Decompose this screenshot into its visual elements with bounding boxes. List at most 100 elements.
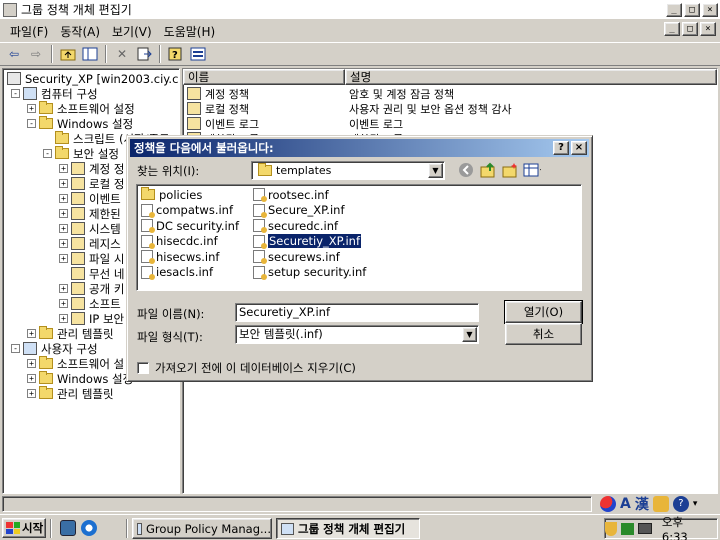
tree-node[interactable]: + 공개 키 (59, 281, 124, 296)
cancel-button[interactable]: 취소 (505, 323, 582, 345)
tree-node[interactable]: + 관리 템플릿 (27, 386, 114, 401)
collapse-icon[interactable]: - (11, 89, 20, 98)
back-icon[interactable] (457, 161, 475, 179)
file-item[interactable]: compatws.inf (141, 203, 233, 218)
monitor-icon[interactable] (638, 523, 652, 534)
expand-icon[interactable]: + (59, 164, 68, 173)
file-list[interactable]: policies compatws.inf DC security.inf hisec… (136, 184, 582, 291)
start-button[interactable]: 시작 (2, 518, 46, 538)
expand-icon[interactable]: + (27, 389, 36, 398)
expand-icon[interactable]: + (27, 329, 36, 338)
chevron-down-icon[interactable]: ▼ (462, 327, 477, 342)
file-item[interactable]: DC security.inf (141, 218, 239, 233)
expand-icon[interactable]: + (59, 224, 68, 233)
file-item[interactable]: securedc.inf (253, 218, 338, 233)
tree-node[interactable]: + Windows 설정 (27, 371, 133, 386)
file-item[interactable]: setup security.inf (253, 265, 366, 280)
menu-view[interactable]: 보기(V) (106, 23, 158, 40)
show-tree-icon[interactable] (80, 45, 100, 63)
task-group-policy-management[interactable]: Group Policy Manag... (132, 518, 272, 539)
properties-icon[interactable] (188, 45, 208, 63)
chevron-down-icon[interactable]: ▼ (428, 163, 443, 178)
ime-help-icon[interactable]: ? (672, 496, 689, 512)
tree-node[interactable]: - 보안 설정 (43, 146, 119, 161)
tree-node[interactable]: + 제한된 (59, 206, 121, 221)
filetype-select[interactable]: 보안 템플릿(.inf) ▼ (235, 325, 479, 344)
help-icon[interactable]: ? (166, 45, 186, 63)
maximize-button[interactable]: □ (684, 2, 700, 17)
clear-database-checkbox[interactable] (137, 362, 149, 374)
ime-alpha-mode[interactable]: A (620, 496, 631, 512)
tree-node[interactable]: + 관리 템플릿 (27, 326, 114, 341)
tree-root[interactable]: Security_XP [win2003.ciy.cor (7, 71, 179, 86)
file-item[interactable]: securews.inf (253, 249, 340, 264)
open-button[interactable]: 열기(O) (504, 300, 583, 324)
tree-node[interactable]: + 시스템 (59, 221, 121, 236)
internet-explorer-icon[interactable] (81, 520, 97, 536)
expand-icon[interactable]: + (27, 374, 36, 383)
mdi-restore-button[interactable]: □ (682, 22, 698, 36)
ime-options-icon[interactable]: ▾ (693, 499, 698, 509)
network-icon[interactable] (620, 522, 635, 535)
up-folder-icon[interactable] (58, 45, 78, 63)
tree-node[interactable]: + 파일 시 (59, 251, 124, 266)
forward-icon[interactable]: ⇨ (26, 45, 46, 63)
file-item[interactable]: Securetiy_XP.inf (253, 233, 363, 249)
task-group-policy-editor[interactable]: 그룹 정책 개체 편집기 (276, 518, 420, 539)
file-item[interactable]: hisecdc.inf (141, 234, 218, 249)
column-header-description[interactable]: 설명 (345, 69, 717, 85)
lookin-dropdown[interactable]: templates ▼ (251, 161, 445, 180)
mdi-minimize-button[interactable]: _ (664, 22, 680, 36)
file-item[interactable]: policies (141, 187, 202, 202)
expand-icon[interactable]: + (59, 314, 68, 323)
menu-action[interactable]: 동작(A) (54, 23, 106, 40)
back-icon[interactable]: ⇦ (4, 45, 24, 63)
export-list-icon[interactable] (134, 45, 154, 63)
menu-file[interactable]: 파일(F) (4, 23, 54, 40)
show-desktop-icon[interactable] (60, 520, 76, 536)
file-item[interactable]: hisecws.inf (141, 249, 219, 264)
expand-icon[interactable]: + (59, 194, 68, 203)
tree-node[interactable]: - Windows 설정 (27, 116, 133, 131)
view-menu-icon[interactable] (523, 161, 541, 179)
expand-icon[interactable]: + (59, 239, 68, 248)
new-folder-icon[interactable] (501, 161, 519, 179)
collapse-icon[interactable]: - (11, 344, 20, 353)
tree-node[interactable]: + 이벤트 (59, 191, 121, 206)
column-header-name[interactable]: 이름 (183, 69, 345, 85)
ime-hanja-mode[interactable]: 漢 (635, 494, 649, 514)
clear-database-option[interactable]: 가져오기 전에 이 데이터베이스 지우기(C) (137, 360, 356, 376)
expand-icon[interactable]: + (59, 179, 68, 188)
tree-node[interactable]: + IP 보안 (59, 311, 124, 326)
expand-icon[interactable]: + (27, 104, 36, 113)
tree-node[interactable]: + 로컬 정 (59, 176, 124, 191)
menu-help[interactable]: 도움말(H) (158, 23, 222, 40)
expand-icon[interactable]: + (59, 284, 68, 293)
list-item[interactable]: 로컬 정책 사용자 권리 및 보안 옵션 정책 감사 (187, 101, 707, 116)
minimize-button[interactable]: _ (666, 2, 682, 17)
tree-node[interactable]: + 소프트웨어 설정 (27, 101, 135, 116)
close-button[interactable]: × (702, 2, 718, 17)
tree-node[interactable]: + 계정 정 (59, 161, 124, 176)
file-item[interactable]: iesacls.inf (141, 265, 213, 280)
tree-node[interactable]: - 사용자 구성 (11, 341, 98, 356)
dialog-close-button[interactable]: × (571, 141, 587, 155)
delete-icon[interactable]: ✕ (112, 45, 132, 63)
tree-node[interactable]: - 컴퓨터 구성 (11, 86, 98, 101)
collapse-icon[interactable]: - (43, 149, 52, 158)
expand-icon[interactable]: + (27, 359, 36, 368)
file-item[interactable]: Secure_XP.inf (253, 203, 345, 218)
tree-node[interactable]: 무선 네 (59, 266, 124, 281)
tree-node[interactable]: + 소프트 (59, 296, 121, 311)
up-folder-icon[interactable] (479, 161, 497, 179)
list-item[interactable]: 계정 정책 암호 및 계정 잠금 정책 (187, 86, 707, 101)
list-item[interactable]: 이벤트 로그 이벤트 로그 (187, 116, 707, 131)
ime-globe-icon[interactable] (600, 496, 616, 512)
expand-icon[interactable]: + (59, 209, 68, 218)
security-shield-icon[interactable] (605, 521, 617, 536)
collapse-icon[interactable]: - (27, 119, 36, 128)
ime-tool-icon[interactable] (652, 496, 669, 512)
mdi-close-button[interactable]: × (700, 22, 716, 36)
expand-icon[interactable]: + (59, 254, 68, 263)
filename-input[interactable]: Securetiy_XP.inf (235, 303, 479, 322)
